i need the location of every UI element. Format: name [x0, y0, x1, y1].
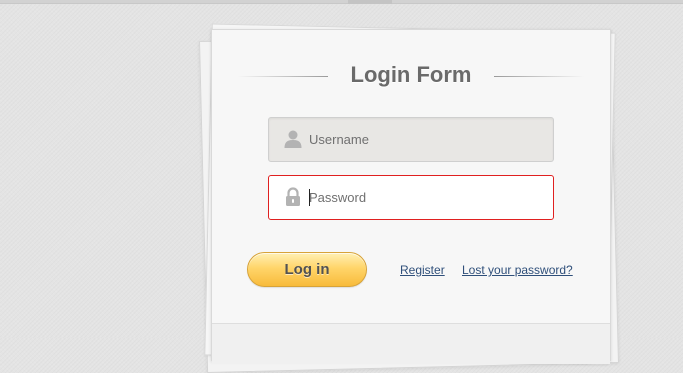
password-placeholder: Password [309, 190, 367, 205]
username-placeholder: Username [309, 132, 369, 147]
lost-password-link[interactable]: Lost your password? [462, 263, 573, 277]
form-title: Login Form [350, 62, 472, 87]
register-link[interactable]: Register [400, 263, 445, 277]
lock-icon [283, 187, 303, 207]
login-button[interactable]: Log in [247, 252, 367, 287]
title-rule-right [494, 76, 584, 77]
login-form-panel: Login Form Username Password Log in Regi… [211, 29, 611, 364]
user-icon [283, 129, 303, 149]
top-border-line [0, 0, 683, 4]
top-tab-marker [348, 0, 392, 4]
password-field[interactable]: Password [268, 175, 554, 220]
username-field[interactable]: Username [268, 117, 554, 162]
panel-footer [212, 324, 610, 364]
title-rule-left [238, 76, 328, 77]
